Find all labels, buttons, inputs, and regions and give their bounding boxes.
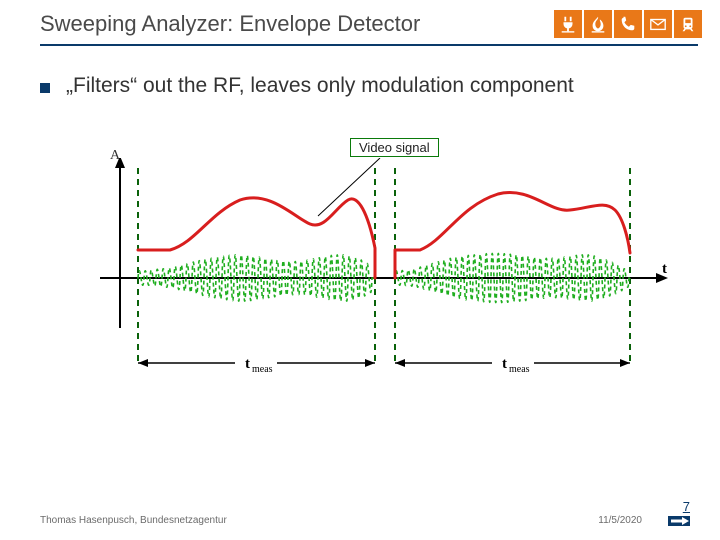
svg-text:t: t — [245, 356, 250, 372]
bullet-text: „Filters“ out the RF, leaves only modula… — [66, 74, 574, 98]
bullet-item: „Filters“ out the RF, leaves only modula… — [40, 74, 680, 98]
footer-date: 11/5/2020 — [598, 515, 642, 526]
phone-icon — [614, 10, 642, 38]
page-number: 7 — [683, 499, 690, 514]
mail-icon — [644, 10, 672, 38]
flame-icon — [584, 10, 612, 38]
x-axis-label: t — [662, 261, 667, 277]
video-signal-label: Video signal — [350, 138, 439, 157]
bullet-marker — [40, 83, 50, 93]
slide-title: Sweeping Analyzer: Envelope Detector — [40, 11, 554, 37]
diagram-svg: t — [100, 158, 680, 418]
tmeas-left: t meas — [138, 353, 375, 375]
title-icons — [554, 10, 702, 38]
plug-icon — [554, 10, 582, 38]
envelope-diagram: A Video signal t — [70, 148, 670, 428]
svg-text:t: t — [502, 356, 507, 372]
tmeas-right: t meas — [395, 353, 630, 375]
envelope-1 — [138, 198, 375, 278]
train-icon — [674, 10, 702, 38]
next-arrow-icon — [668, 516, 690, 526]
svg-text:meas: meas — [509, 364, 530, 375]
svg-text:meas: meas — [252, 364, 273, 375]
footer-author: Thomas Hasenpusch, Bundesnetzagentur — [40, 515, 598, 526]
envelope-2 — [395, 193, 630, 278]
